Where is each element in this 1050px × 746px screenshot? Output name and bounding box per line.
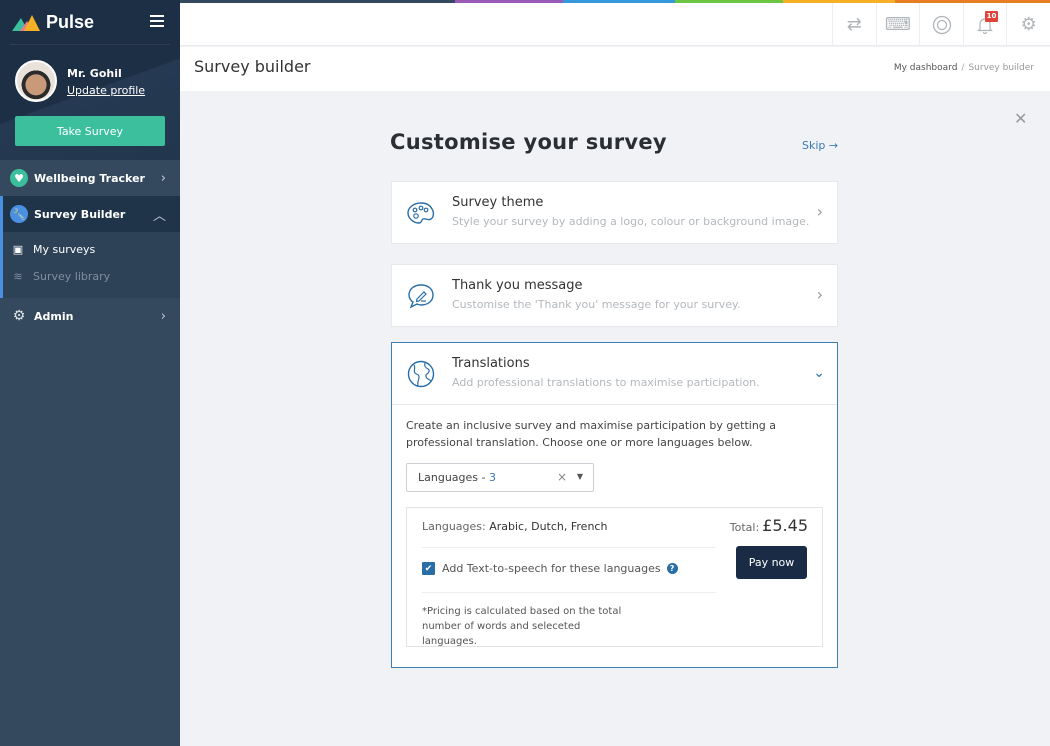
stripe-segment <box>455 0 563 3</box>
sidebar-item-survey-builder[interactable]: 🔧 Survey Builder ︿ <box>0 196 180 232</box>
top-bar: ⇄ ⌨ 10 ⚙ <box>180 0 1050 46</box>
notifications-button[interactable]: 10 <box>962 3 1007 46</box>
card-title: Thank you message <box>452 278 583 293</box>
gear-icon: ⚙ <box>12 308 26 324</box>
breadcrumb-separator: / <box>961 63 965 73</box>
dropdown-caret-icon[interactable]: ▼ <box>577 472 583 481</box>
page-title: Survey builder <box>194 57 311 76</box>
user-name: Mr. Gohil <box>67 67 122 80</box>
heart-icon: ♥ <box>10 169 28 187</box>
brand-name: Pulse <box>46 11 95 32</box>
total-price: Total: £5.45 <box>730 516 808 535</box>
sidebar-item-wellbeing-tracker[interactable]: ♥ Wellbeing Tracker › <box>0 160 180 196</box>
take-survey-button[interactable]: Take Survey <box>15 116 165 146</box>
card-title: Translations <box>452 356 530 371</box>
breadcrumb: My dashboard / Survey builder <box>894 63 1034 73</box>
pricing-note: *Pricing is calculated based on the tota… <box>422 606 622 647</box>
languages-label: Languages: <box>422 520 490 533</box>
languages-select[interactable]: Languages - 3 × ▼ <box>406 463 594 492</box>
globe-icon <box>407 360 435 388</box>
chat-edit-icon <box>408 284 434 309</box>
avatar[interactable] <box>15 60 57 102</box>
card-subtitle: Style your survey by adding a logo, colo… <box>452 215 810 228</box>
select-count: 3 <box>488 471 496 484</box>
top-icon-bar: ⇄ ⌨ 10 ⚙ <box>832 3 1050 46</box>
breadcrumb-link-dashboard[interactable]: My dashboard <box>894 63 958 73</box>
languages-list: Arabic, Dutch, French <box>489 520 608 533</box>
page-header: Survey builder My dashboard / Survey build… <box>180 47 1050 91</box>
sidebar-header: Pulse Mr. Gohil Update profile Take Surv… <box>0 0 180 160</box>
pulse-logo-icon <box>12 15 40 31</box>
update-profile-link[interactable]: Update profile <box>67 84 145 97</box>
tts-checkbox[interactable]: ✔ <box>422 562 435 575</box>
chevron-right-icon: › <box>816 285 823 304</box>
tts-label[interactable]: Add Text-to-speech for these languages <box>442 562 661 575</box>
chevron-up-icon: ︿ <box>152 208 166 224</box>
keyboard-icon[interactable]: ⌨ <box>875 3 920 46</box>
brand[interactable]: Pulse <box>12 10 94 34</box>
stripe-segment <box>563 0 675 3</box>
palette-icon <box>407 202 435 224</box>
chevron-right-icon: › <box>160 170 166 186</box>
chevron-right-icon: › <box>160 308 166 324</box>
wrench-icon: 🔧 <box>10 205 28 223</box>
divider <box>422 592 716 593</box>
languages-select-value: Languages - 3 <box>418 471 496 484</box>
card-header[interactable]: Thank you message Customise the 'Thank y… <box>392 265 837 326</box>
menu-toggle-icon[interactable] <box>150 15 164 27</box>
swap-icon[interactable]: ⇄ <box>832 3 876 46</box>
survey-builder-submenu: ▣ My surveys ≋ Survey library <box>0 232 180 298</box>
translations-card: Translations Add professional translatio… <box>391 342 838 668</box>
sidebar-item-label: Survey Builder <box>34 207 126 221</box>
stripe-segment <box>675 0 783 3</box>
settings-icon[interactable]: ⚙ <box>1006 3 1050 46</box>
sidebar-item-label: Wellbeing Tracker <box>34 171 145 185</box>
card-header[interactable]: Translations Add professional translatio… <box>392 343 837 405</box>
thank-you-message-card[interactable]: Thank you message Customise the 'Thank y… <box>391 264 838 327</box>
divider <box>10 44 170 45</box>
sidebar-item-survey-library[interactable]: ≋ Survey library <box>3 265 110 287</box>
breadcrumb-current: Survey builder <box>968 63 1034 73</box>
selected-languages: Languages: Arabic, Dutch, French <box>422 520 607 533</box>
sidebar-item-label: My surveys <box>33 242 96 256</box>
sidebar: Pulse Mr. Gohil Update profile Take Surv… <box>0 0 180 746</box>
stripe-segment <box>180 0 455 3</box>
translation-summary: Languages: Arabic, Dutch, French ✔ Add T… <box>406 507 823 647</box>
sidebar-item-my-surveys[interactable]: ▣ My surveys <box>3 238 95 260</box>
translations-description: Create an inclusive survey and maximise … <box>406 419 777 449</box>
tts-option: ✔ Add Text-to-speech for these languages… <box>422 562 678 575</box>
chevron-down-icon: ⌄ <box>813 365 825 381</box>
clipboard-icon: ▣ <box>12 242 24 256</box>
sidebar-item-label: Survey library <box>33 269 111 283</box>
card-subtitle: Customise the 'Thank you' message for yo… <box>452 298 741 311</box>
total-amount: £5.45 <box>762 516 808 535</box>
notification-badge: 10 <box>984 11 999 22</box>
lifebuoy-icon <box>932 15 951 34</box>
clear-selection-icon[interactable]: × <box>557 470 567 484</box>
close-icon[interactable]: ✕ <box>1014 111 1027 127</box>
sidebar-item-admin[interactable]: ⚙ Admin › <box>0 298 180 334</box>
card-title: Survey theme <box>452 195 544 210</box>
help-icon[interactable]: ? <box>666 563 678 574</box>
chevron-right-icon: › <box>816 202 823 221</box>
card-subtitle: Add professional translations to maximis… <box>452 376 760 389</box>
sidebar-item-label: Admin <box>34 309 74 323</box>
help-lifebuoy-icon[interactable] <box>919 3 963 46</box>
layers-icon: ≋ <box>13 269 23 283</box>
skip-link[interactable]: Skip → <box>802 139 838 152</box>
card-header[interactable]: Survey theme Style your survey by adding… <box>392 182 837 243</box>
total-label: Total: <box>729 521 760 534</box>
pay-now-button[interactable]: Pay now <box>736 546 807 579</box>
divider <box>422 547 716 548</box>
customise-heading: Customise your survey <box>390 130 667 154</box>
survey-theme-card[interactable]: Survey theme Style your survey by adding… <box>391 181 838 244</box>
select-label: Languages - <box>418 471 489 484</box>
